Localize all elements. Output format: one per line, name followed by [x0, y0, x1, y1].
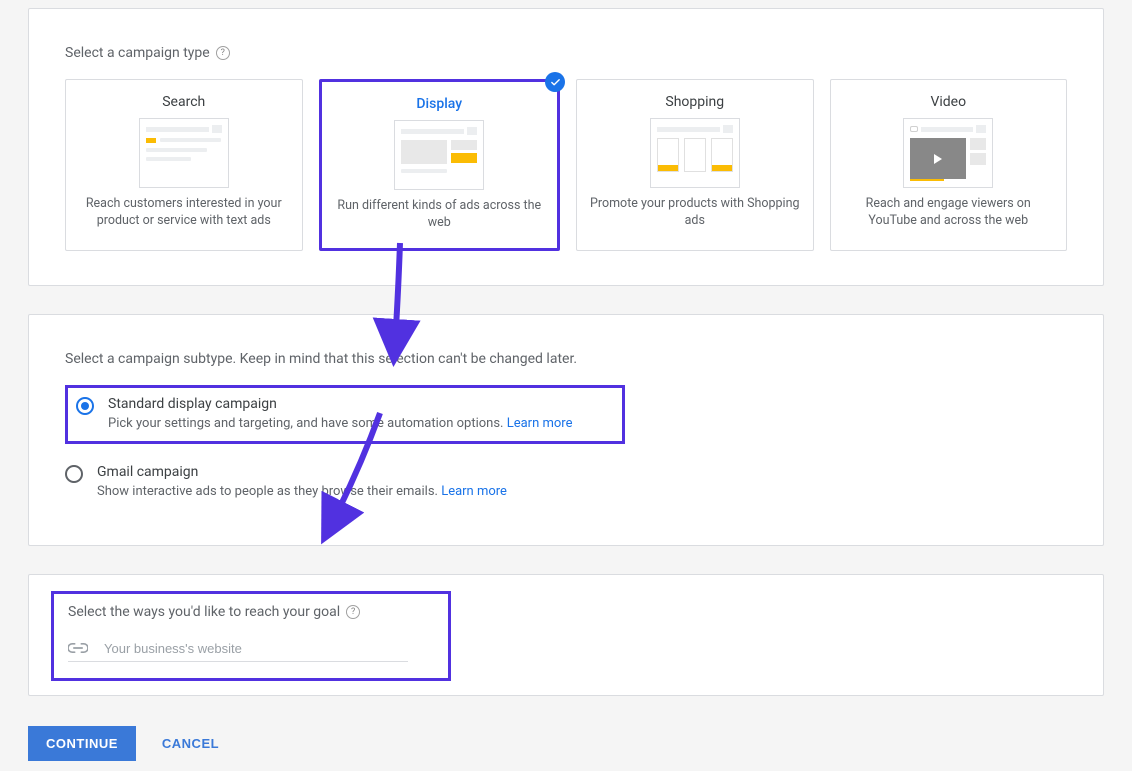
card-title: Search	[78, 94, 290, 110]
campaign-type-heading: Select a campaign type ?	[65, 45, 1067, 61]
subtype-desc: Show interactive ads to people as they b…	[97, 484, 507, 499]
help-icon[interactable]: ?	[216, 46, 230, 60]
website-input-row	[68, 634, 408, 662]
card-illustration-icon	[394, 120, 484, 190]
cancel-button[interactable]: CANCEL	[156, 735, 225, 752]
campaign-type-row: Search Reach customers interested in you…	[65, 79, 1067, 251]
continue-button[interactable]: CONTINUE	[28, 726, 136, 761]
learn-more-link[interactable]: Learn more	[507, 416, 573, 431]
campaign-type-card-search[interactable]: Search Reach customers interested in you…	[65, 79, 303, 251]
reach-goal-panel: Select the ways you'd like to reach your…	[28, 574, 1104, 696]
campaign-type-card-shopping[interactable]: Shopping Promote your products with Shop…	[576, 79, 814, 251]
card-illustration-icon	[650, 118, 740, 188]
subtype-title: Gmail campaign	[97, 464, 507, 480]
check-icon	[545, 72, 565, 92]
campaign-type-card-display[interactable]: Display Run different kinds of ads acros…	[319, 79, 561, 251]
radio-icon[interactable]	[65, 465, 83, 483]
footer-actions: CONTINUE CANCEL	[28, 726, 1104, 761]
subtype-desc-text: Pick your settings and targeting, and ha…	[108, 416, 503, 431]
card-desc: Reach and engage viewers on YouTube and …	[843, 196, 1055, 230]
radio-icon[interactable]	[76, 397, 94, 415]
card-illustration-icon	[139, 118, 229, 188]
card-desc: Promote your products with Shopping ads	[589, 196, 801, 230]
campaign-subtype-heading-text: Select a campaign subtype. Keep in mind …	[65, 351, 577, 367]
subtype-option-gmail[interactable]: Gmail campaign Show interactive ads to p…	[65, 454, 1067, 511]
campaign-type-heading-text: Select a campaign type	[65, 45, 210, 61]
card-illustration-icon	[903, 118, 993, 188]
campaign-subtype-panel: Select a campaign subtype. Keep in mind …	[28, 314, 1104, 546]
subtype-title: Standard display campaign	[108, 396, 573, 412]
learn-more-link[interactable]: Learn more	[441, 484, 507, 499]
campaign-type-panel: Select a campaign type ? Search Reach cu…	[28, 8, 1104, 286]
help-icon[interactable]: ?	[346, 605, 360, 619]
card-desc: Reach customers interested in your produ…	[78, 196, 290, 230]
card-desc: Run different kinds of ads across the we…	[334, 198, 546, 232]
reach-goal-highlight: Select the ways you'd like to reach your…	[51, 591, 451, 681]
card-title: Video	[843, 94, 1055, 110]
subtype-desc: Pick your settings and targeting, and ha…	[108, 416, 573, 431]
link-icon	[68, 642, 88, 654]
campaign-type-card-video[interactable]: Video Reach and engage viewers on YouTub…	[830, 79, 1068, 251]
website-input[interactable]	[102, 640, 408, 657]
reach-goal-heading-text: Select the ways you'd like to reach your…	[68, 604, 340, 620]
card-title: Display	[334, 96, 546, 112]
card-title: Shopping	[589, 94, 801, 110]
subtype-option-standard[interactable]: Standard display campaign Pick your sett…	[65, 385, 625, 444]
reach-goal-heading: Select the ways you'd like to reach your…	[68, 604, 434, 620]
campaign-subtype-heading: Select a campaign subtype. Keep in mind …	[65, 351, 1067, 367]
subtype-desc-text: Show interactive ads to people as they b…	[97, 484, 438, 499]
